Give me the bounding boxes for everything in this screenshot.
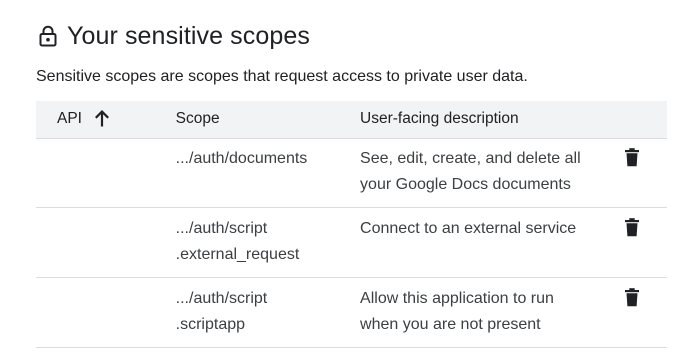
api-cell: [36, 138, 176, 207]
description-line: when you are not present: [360, 315, 541, 333]
scope-text: .../auth/script: [175, 219, 268, 237]
description-line: See, edit, create, and delete all: [360, 149, 581, 167]
lock-icon: [37, 24, 59, 48]
trash-icon[interactable]: [620, 286, 644, 310]
scope-cell: .../auth/script .external_request: [176, 207, 360, 277]
scope-text: .scriptapp: [175, 315, 246, 333]
table-row: .../auth/script .external_request Connec…: [36, 207, 667, 277]
column-header-actions: [619, 101, 667, 138]
column-header-description[interactable]: User-facing description: [360, 101, 619, 138]
description-line: Allow this application to run: [360, 289, 554, 307]
page-title: Your sensitive scopes: [67, 22, 310, 50]
section-description: Sensitive scopes are scopes that request…: [36, 68, 528, 85]
section-heading: Your sensitive scopes: [36, 19, 667, 53]
trash-icon[interactable]: [620, 216, 644, 240]
table-header-row: API Scope User-facing description: [36, 101, 667, 138]
column-header-api[interactable]: API: [36, 101, 176, 138]
api-cell: [36, 207, 176, 277]
arrow-up-icon[interactable]: [94, 110, 112, 128]
api-cell: [36, 277, 176, 347]
column-header-scope[interactable]: Scope: [176, 101, 360, 138]
table-row: .../auth/documents See, edit, create, an…: [36, 138, 667, 207]
description-cell: Allow this application to run when you a…: [360, 277, 619, 347]
description-cell: Connect to an external service: [360, 207, 619, 277]
action-cell: [619, 138, 667, 207]
sensitive-scopes-section: Your sensitive scopes Sensitive scopes a…: [36, 0, 667, 348]
column-header-api-label: API: [57, 110, 82, 128]
scope-cell: .../auth/documents: [176, 138, 360, 207]
action-cell: [619, 277, 667, 347]
trash-icon[interactable]: [620, 146, 644, 170]
scopes-table: API Scope User-facing description .../au…: [36, 101, 667, 348]
table-row: .../auth/script .scriptapp Allow this ap…: [36, 277, 667, 347]
description-line: Connect to an external service: [360, 219, 577, 237]
scope-cell: .../auth/script .scriptapp: [176, 277, 360, 347]
description-cell: See, edit, create, and delete all your G…: [360, 138, 619, 207]
scope-text: .external_request: [175, 245, 300, 263]
description-line: your Google Docs documents: [360, 175, 571, 193]
scope-text: .../auth/script: [175, 289, 268, 307]
scope-text: .../auth/documents: [175, 149, 308, 167]
action-cell: [619, 207, 667, 277]
